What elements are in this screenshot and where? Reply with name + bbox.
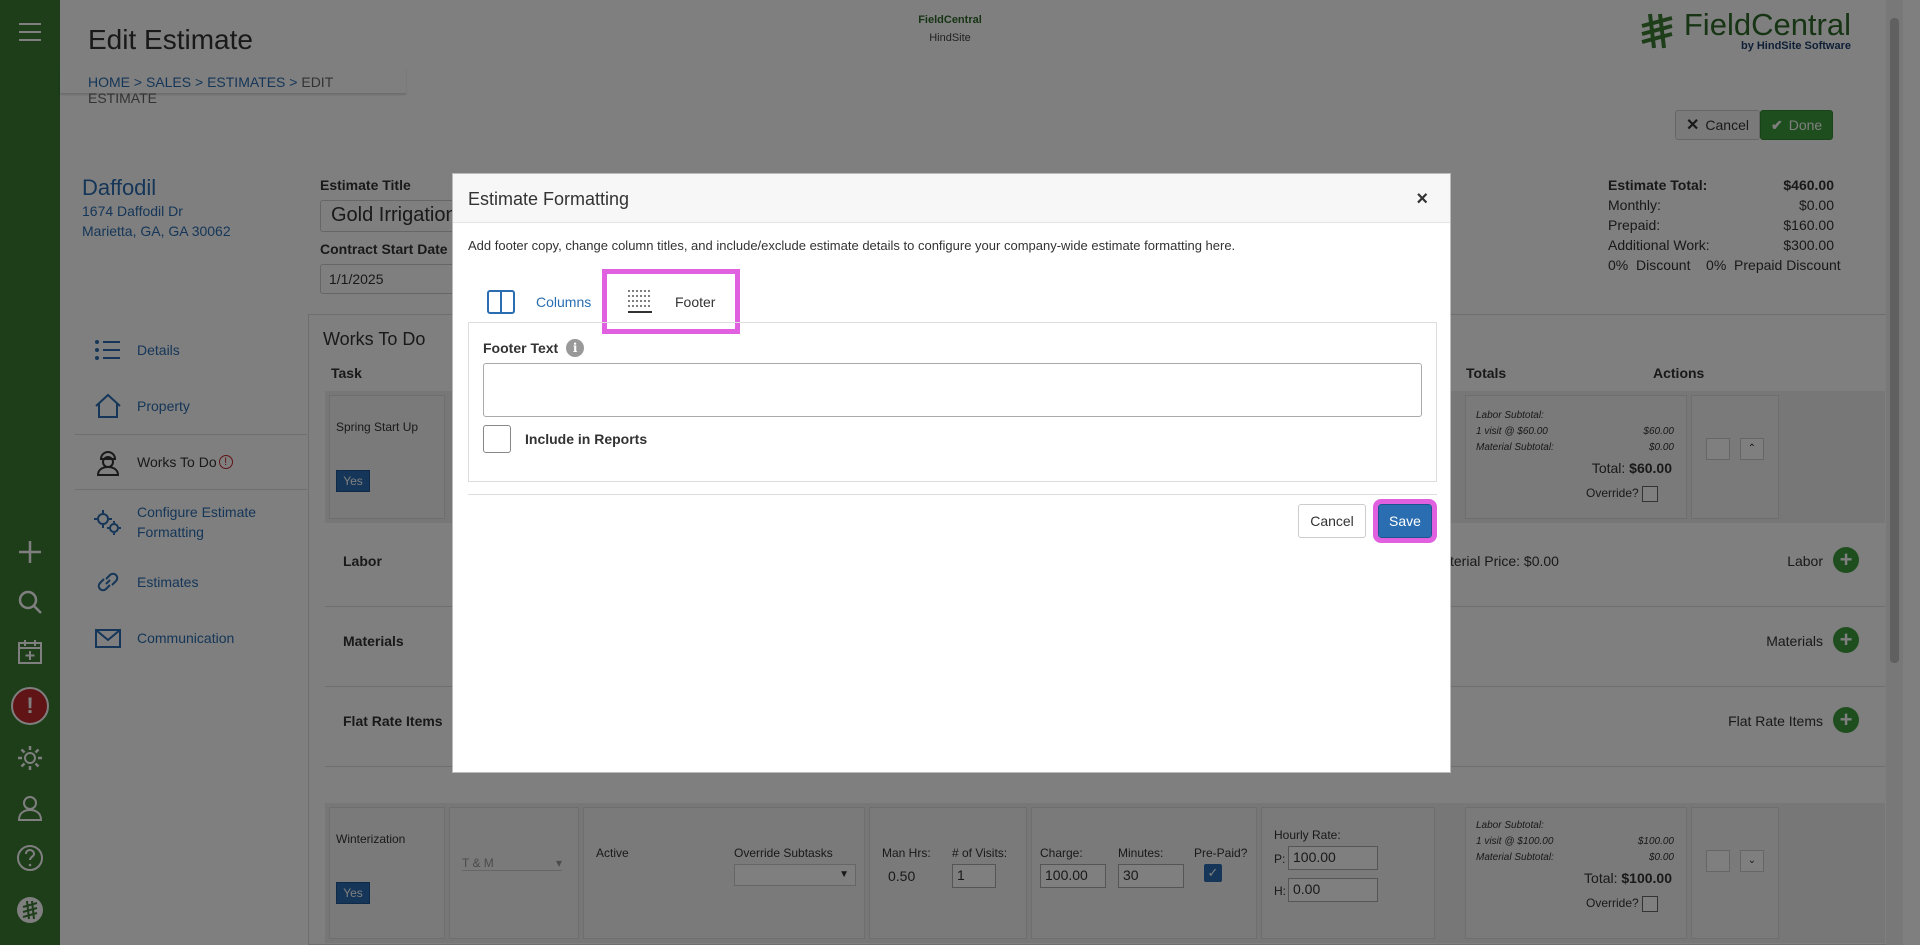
footer-text-input[interactable] xyxy=(483,363,1422,417)
dialog-cancel-button[interactable]: Cancel xyxy=(1298,504,1366,538)
dialog-save-button[interactable]: Save xyxy=(1373,499,1437,543)
dialog-header: Estimate Formatting × xyxy=(453,174,1450,223)
include-in-reports-checkbox[interactable] xyxy=(483,425,511,453)
footer-text-label: Footer Text i xyxy=(483,339,585,357)
tab-footer[interactable]: Footer xyxy=(602,269,740,334)
dialog-title: Estimate Formatting xyxy=(468,189,630,209)
dialog-description: Add footer copy, change column titles, a… xyxy=(468,238,1236,253)
columns-icon xyxy=(487,289,515,314)
tab-columns[interactable]: Columns xyxy=(468,274,598,329)
include-in-reports[interactable]: Include in Reports xyxy=(483,425,647,453)
footer-settings-panel: Footer Text i Include in Reports xyxy=(468,322,1437,482)
dialog-footer-divider xyxy=(468,494,1437,495)
info-icon[interactable]: i xyxy=(566,339,585,357)
estimate-formatting-dialog: Estimate Formatting × Add footer copy, c… xyxy=(452,173,1451,773)
close-icon[interactable]: × xyxy=(1416,188,1428,211)
footer-icon xyxy=(628,289,652,313)
